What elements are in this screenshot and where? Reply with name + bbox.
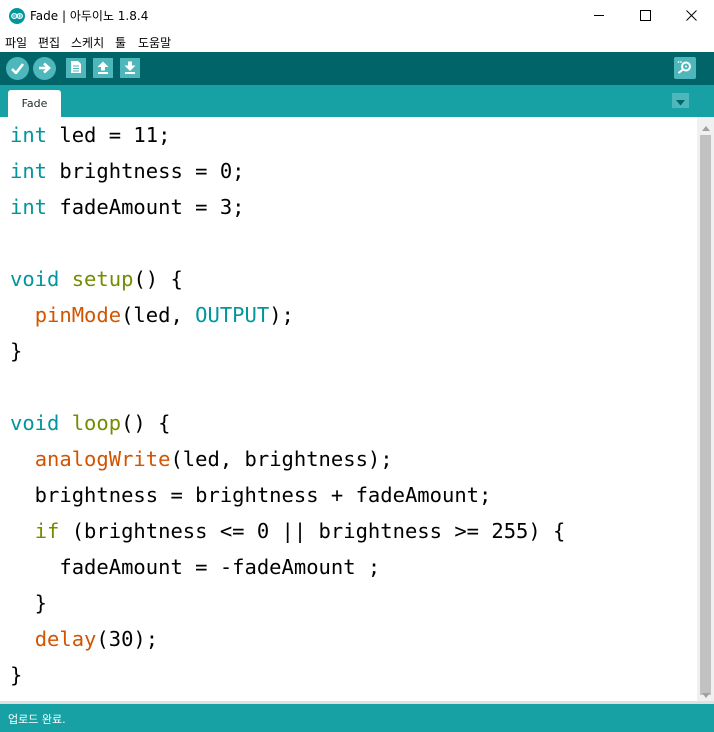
code-token-kw: int bbox=[10, 123, 48, 147]
status-bar: 업로드 완료. bbox=[0, 704, 714, 732]
open-sketch-button[interactable] bbox=[93, 58, 113, 78]
code-text: (30); bbox=[96, 627, 159, 651]
upload-button[interactable] bbox=[33, 57, 56, 80]
serial-monitor-icon bbox=[677, 59, 693, 78]
code-token-struct: if bbox=[34, 519, 60, 543]
menu-bar: 파일 편집 스케치 툴 도움말 bbox=[0, 31, 714, 53]
code-line-10: analogWrite(led, brightness); bbox=[10, 441, 393, 477]
code-line-15: delay(30); bbox=[10, 621, 158, 657]
serial-monitor-button[interactable] bbox=[674, 57, 696, 79]
code-token-kw: void bbox=[10, 267, 60, 291]
code-line-3: int fadeAmount = 3; bbox=[10, 189, 245, 225]
code-line-13: fadeAmount = -fadeAmount ; bbox=[10, 549, 380, 585]
code-line-12: if (brightness <= 0 || brightness >= 255… bbox=[10, 513, 566, 549]
code-text: } bbox=[10, 663, 23, 687]
code-line-6: pinMode(led, OUTPUT); bbox=[10, 297, 294, 333]
code-line-16: } bbox=[10, 657, 22, 693]
tab-bar: Fade bbox=[0, 85, 714, 117]
code-line-7: } bbox=[10, 333, 22, 369]
menu-edit[interactable]: 편집 bbox=[38, 34, 60, 51]
save-sketch-button[interactable] bbox=[120, 58, 140, 78]
code-text: () { bbox=[121, 411, 171, 435]
code-editor[interactable]: int led = 11; int brightness = 0; int fade… bbox=[0, 117, 697, 701]
code-text: brightness = 0; bbox=[47, 159, 245, 183]
code-text: (brightness <= 0 || brightness >= 255) { bbox=[59, 519, 566, 543]
scroll-thumb[interactable] bbox=[700, 135, 711, 695]
verify-icon bbox=[11, 59, 25, 78]
code-line-9: void loop() { bbox=[10, 405, 170, 441]
code-line-5: void setup() { bbox=[10, 261, 183, 297]
maximize-button[interactable] bbox=[622, 0, 668, 31]
code-line-11: brightness = brightness + fadeAmount; bbox=[10, 477, 492, 513]
code-token-fn: delay bbox=[34, 627, 97, 651]
menu-help[interactable]: 도움말 bbox=[138, 34, 171, 51]
new-icon bbox=[70, 59, 82, 78]
code-token-fn: pinMode bbox=[34, 303, 122, 327]
code-text: (led, bbox=[121, 303, 196, 327]
code-text: fadeAmount = 3; bbox=[47, 195, 245, 219]
code-token-struct: setup bbox=[71, 267, 134, 291]
code-token-kw: int bbox=[10, 195, 48, 219]
code-token-const: OUTPUT bbox=[195, 303, 270, 327]
open-icon bbox=[97, 59, 109, 78]
scroll-up-icon bbox=[701, 116, 710, 135]
tab-fade[interactable]: Fade bbox=[8, 90, 61, 117]
close-icon bbox=[685, 6, 697, 25]
vertical-scrollbar[interactable] bbox=[697, 117, 714, 701]
minimize-icon bbox=[593, 6, 605, 25]
new-sketch-button[interactable] bbox=[66, 58, 86, 78]
tab-menu-button[interactable] bbox=[672, 93, 689, 108]
scroll-down-icon bbox=[701, 683, 710, 702]
code-token-struct: loop bbox=[71, 411, 122, 435]
minimize-button[interactable] bbox=[576, 0, 622, 31]
menu-file[interactable]: 파일 bbox=[5, 34, 27, 51]
code-text: } bbox=[10, 591, 48, 615]
close-button[interactable] bbox=[668, 0, 714, 31]
scroll-down-arrow[interactable] bbox=[697, 684, 714, 701]
code-text: (led, brightness); bbox=[170, 447, 393, 471]
arduino-logo-icon bbox=[9, 8, 25, 24]
code-text: led = 11; bbox=[47, 123, 171, 147]
menu-tools[interactable]: 툴 bbox=[115, 34, 126, 51]
code-line-14: } bbox=[10, 585, 47, 621]
window-title: Fade | 아두이노 1.8.4 bbox=[30, 9, 149, 23]
code-text: } bbox=[10, 339, 23, 363]
maximize-icon bbox=[639, 6, 651, 25]
verify-button[interactable] bbox=[6, 57, 29, 80]
save-icon bbox=[124, 59, 136, 78]
code-text: fadeAmount = -fadeAmount ; bbox=[10, 555, 381, 579]
upload-icon bbox=[38, 59, 51, 78]
code-text: ); bbox=[269, 303, 294, 327]
scroll-up-arrow[interactable] bbox=[697, 117, 714, 134]
code-line-1: int led = 11; bbox=[10, 117, 170, 153]
code-text: brightness = brightness + fadeAmount; bbox=[10, 483, 492, 507]
code-token-kw: int bbox=[10, 159, 48, 183]
code-text: () { bbox=[133, 267, 183, 291]
menu-sketch[interactable]: 스케치 bbox=[71, 34, 104, 51]
code-token-fn: analogWrite bbox=[34, 447, 171, 471]
status-message: 업로드 완료. bbox=[8, 713, 66, 726]
title-bar: Fade | 아두이노 1.8.4 bbox=[0, 0, 714, 31]
code-line-2: int brightness = 0; bbox=[10, 153, 245, 189]
code-token-kw: void bbox=[10, 411, 60, 435]
tab-menu-chevron-icon bbox=[676, 91, 685, 110]
